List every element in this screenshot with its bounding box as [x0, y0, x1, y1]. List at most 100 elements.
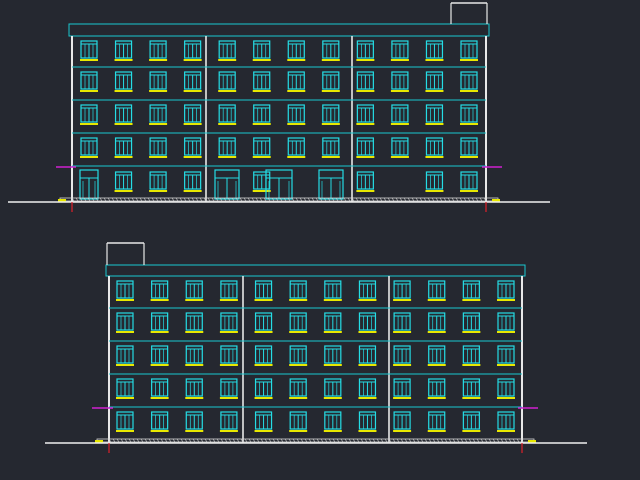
- window: [149, 171, 168, 192]
- plinth-hatch: [343, 197, 347, 202]
- window-sill: [358, 430, 377, 432]
- plinth-hatch: [175, 197, 179, 202]
- plinth-hatch: [163, 197, 167, 202]
- window: [427, 378, 446, 399]
- window: [114, 40, 133, 61]
- plinth-hatch: [207, 197, 211, 202]
- plinth-hatch: [295, 197, 299, 202]
- plinth-hatch: [456, 438, 460, 443]
- entrance-door: [214, 169, 240, 200]
- window-sill: [462, 397, 481, 399]
- plinth-hatch: [452, 438, 456, 443]
- plinth-hatch: [391, 197, 395, 202]
- plinth-hatch: [500, 438, 504, 443]
- plinth-hatch: [347, 197, 351, 202]
- window-sill: [497, 299, 515, 301]
- window-sill: [219, 430, 238, 432]
- window-sill: [149, 59, 168, 61]
- window: [185, 280, 204, 301]
- window: [425, 137, 444, 158]
- plinth-hatch: [428, 438, 432, 443]
- window-sill: [462, 331, 481, 333]
- window: [427, 411, 446, 432]
- window: [393, 378, 412, 399]
- plinth-hatch: [420, 438, 424, 443]
- roof-stair-tower: [106, 242, 145, 265]
- plinth-hatch: [239, 197, 243, 202]
- window: [425, 171, 444, 192]
- window-sill: [287, 123, 306, 125]
- window: [149, 104, 168, 125]
- window: [460, 137, 478, 158]
- plinth-hatch: [355, 197, 359, 202]
- window-sill: [358, 331, 377, 333]
- plinth-hatch: [419, 197, 423, 202]
- plinth-hatch: [424, 438, 428, 443]
- plinth-hatch: [383, 197, 387, 202]
- window: [114, 71, 133, 92]
- window-sill: [185, 364, 204, 366]
- window-sill: [289, 331, 308, 333]
- window-sill: [287, 156, 306, 158]
- plinth-hatch: [211, 197, 215, 202]
- plinth-hatch: [451, 197, 455, 202]
- window: [462, 345, 481, 366]
- plinth-hatch: [435, 197, 439, 202]
- window-sill: [390, 123, 409, 125]
- window-sill: [287, 59, 306, 61]
- window-sill: [321, 90, 340, 92]
- window-sill: [287, 90, 306, 92]
- front-elevation: [8, 2, 550, 212]
- window: [356, 104, 375, 125]
- window-sill: [356, 123, 375, 125]
- plinth-hatch: [307, 197, 311, 202]
- window: [427, 280, 446, 301]
- plinth-hatch: [276, 438, 280, 443]
- plinth-hatch: [115, 197, 119, 202]
- plinth-hatch: [124, 438, 128, 443]
- window-sill: [80, 90, 98, 92]
- window-sill: [116, 299, 134, 301]
- plinth-hatch: [379, 197, 383, 202]
- plinth-hatch: [387, 197, 391, 202]
- plinth-hatch: [131, 197, 135, 202]
- rear-elevation: [45, 242, 587, 453]
- window-sill: [150, 430, 169, 432]
- window: [185, 345, 204, 366]
- window: [183, 40, 202, 61]
- window-sill: [321, 123, 340, 125]
- plinth-hatch: [139, 197, 143, 202]
- window-sill: [80, 123, 98, 125]
- plinth-hatch: [443, 197, 447, 202]
- window: [462, 312, 481, 333]
- window-sill: [323, 299, 342, 301]
- window: [149, 71, 168, 92]
- plinth-hatch: [248, 438, 252, 443]
- window: [150, 280, 169, 301]
- window-sill: [393, 430, 412, 432]
- plinth-hatch: [367, 197, 371, 202]
- plinth-hatch: [103, 197, 107, 202]
- plinth-hatch: [508, 438, 512, 443]
- window-sill: [289, 430, 308, 432]
- window: [393, 345, 412, 366]
- elevation-drawing: [8, 2, 587, 453]
- window-sill: [393, 299, 412, 301]
- window: [460, 171, 478, 192]
- window-sill: [254, 299, 273, 301]
- plinth-hatch: [411, 197, 415, 202]
- plinth-hatch: [359, 197, 363, 202]
- window-sill: [323, 331, 342, 333]
- window-sill: [252, 59, 271, 61]
- window-sill: [425, 59, 444, 61]
- window-sill: [321, 59, 340, 61]
- plinth-hatch: [448, 438, 452, 443]
- plinth-hatch: [127, 197, 131, 202]
- window-sill: [254, 397, 273, 399]
- plinth-hatch: [332, 438, 336, 443]
- plinth-hatch: [352, 438, 356, 443]
- plinth-hatch: [171, 197, 175, 202]
- plinth-hatch: [123, 197, 127, 202]
- plinth-hatch: [228, 438, 232, 443]
- window-sill: [252, 90, 271, 92]
